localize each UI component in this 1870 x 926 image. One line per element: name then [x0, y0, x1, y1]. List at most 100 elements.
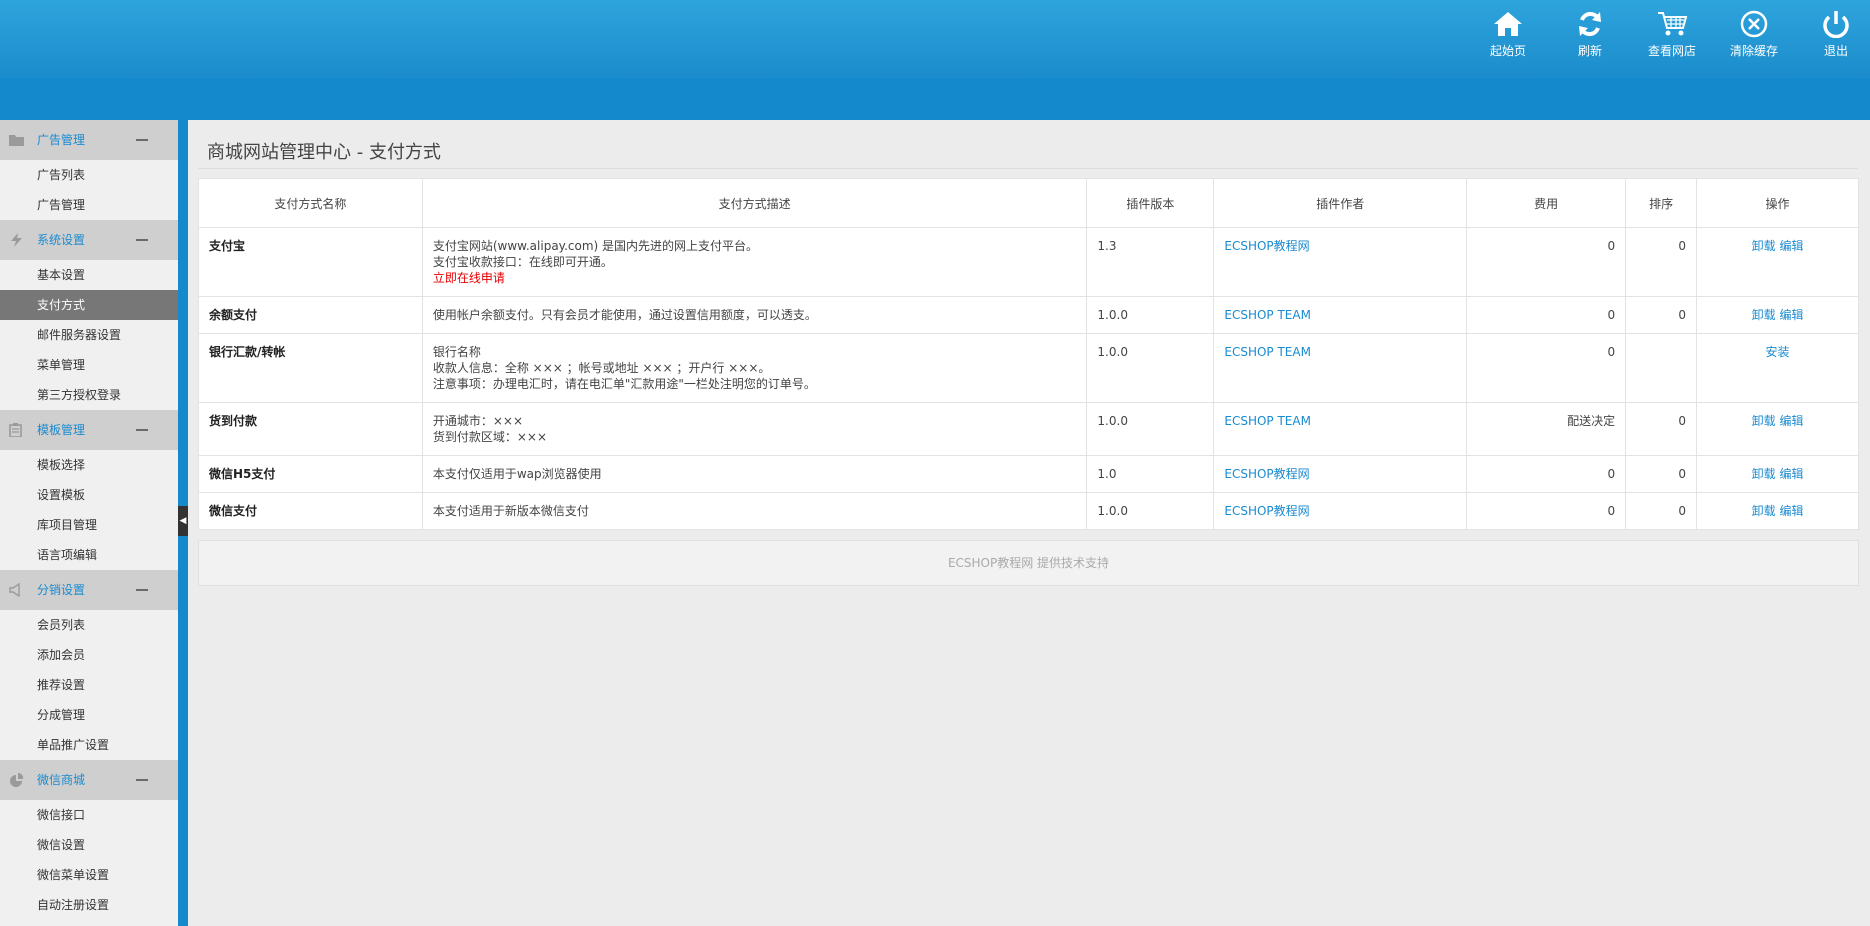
sidebar-collapse-toggle[interactable]: ◀ — [178, 506, 188, 536]
actions-cell: 卸载 编辑 — [1696, 402, 1859, 456]
actions-cell: 安装 — [1696, 333, 1859, 403]
sidebar-item[interactable]: 会员列表 — [0, 610, 178, 640]
sidebar-item[interactable]: 第三方授权登录 — [0, 380, 178, 410]
sidebar-item[interactable]: 单品推广设置 — [0, 730, 178, 760]
fee-value: 配送决定 — [1466, 402, 1627, 456]
sidebar-item[interactable]: 分成管理 — [0, 700, 178, 730]
plugin-author-link[interactable]: ECSHOP教程网 — [1213, 455, 1468, 493]
collapse-minus-icon[interactable] — [136, 589, 148, 591]
description-line: 本支付仅适用于wap浏览器使用 — [432, 467, 602, 481]
uninstall-link[interactable]: 卸载 — [1752, 504, 1776, 518]
sidebar-item[interactable]: 菜单管理 — [0, 350, 178, 380]
plugin-version: 1.0.0 — [1086, 402, 1215, 456]
title-divider — [198, 168, 1858, 169]
plugin-author-link[interactable]: ECSHOP TEAM — [1213, 402, 1468, 456]
payment-methods-table: 支付方式名称 支付方式描述 插件版本 插件作者 费用 排序 操作 支付宝 支付宝… — [198, 178, 1859, 530]
table-row: 微信H5支付 本支付仅适用于wap浏览器使用 1.0 ECSHOP教程网 0 0… — [198, 455, 1859, 493]
uninstall-link[interactable]: 卸载 — [1752, 467, 1776, 481]
payment-description: 本支付仅适用于wap浏览器使用 — [421, 455, 1088, 493]
view-shop-button[interactable]: 查看网店 — [1632, 10, 1712, 59]
sidebar-item[interactable]: 基本设置 — [0, 260, 178, 290]
column-header: 插件作者 — [1213, 178, 1468, 228]
sidebar-item-active[interactable]: 支付方式 — [0, 290, 178, 320]
plugin-author-link[interactable]: ECSHOP TEAM — [1213, 296, 1468, 334]
home-button[interactable]: 起始页 — [1468, 10, 1548, 59]
edit-link[interactable]: 编辑 — [1779, 504, 1803, 518]
sidebar-item[interactable]: 广告管理 — [0, 190, 178, 220]
logout-label: 退出 — [1823, 44, 1848, 58]
sidebar-item[interactable]: 语言项编辑 — [0, 540, 178, 570]
refresh-label: 刷新 — [1577, 44, 1602, 58]
page-title: 商城网站管理中心 - 支付方式 — [207, 142, 441, 163]
plugin-version: 1.0.0 — [1086, 296, 1215, 334]
fee-value: 0 — [1466, 227, 1627, 297]
clear-cache-button[interactable]: 清除缓存 — [1714, 10, 1794, 59]
sidebar-item[interactable]: 广告列表 — [0, 160, 178, 190]
sidebar-item[interactable]: 微信设置 — [0, 830, 178, 860]
plugin-author-link[interactable]: ECSHOP TEAM — [1213, 333, 1468, 403]
sidebar-group-templates[interactable]: 模板管理 — [0, 410, 178, 450]
sidebar-item[interactable]: 邮件服务器设置 — [0, 320, 178, 350]
edit-link[interactable]: 编辑 — [1779, 308, 1803, 322]
column-header: 支付方式名称 — [198, 178, 423, 228]
actions-cell: 卸载 编辑 — [1696, 455, 1859, 493]
column-header: 操作 — [1696, 178, 1859, 228]
sort-order: 0 — [1625, 296, 1698, 334]
footer-credit: ECSHOP教程网 提供技术支持 — [198, 540, 1859, 586]
apply-online-link[interactable]: 立即在线申请 — [433, 270, 1077, 286]
sidebar-item[interactable]: 微信菜单设置 — [0, 860, 178, 890]
actions-cell: 卸载 编辑 — [1696, 492, 1859, 530]
payment-name: 微信H5支付 — [198, 455, 423, 493]
payment-description: 使用帐户余额支付。只有会员才能使用，通过设置信用额度，可以透支。 — [421, 296, 1088, 334]
fee-value: 0 — [1466, 455, 1627, 493]
sidebar-group-wechat[interactable]: 微信商城 — [0, 760, 178, 800]
collapse-minus-icon[interactable] — [136, 139, 148, 141]
table-row: 货到付款 开通城市：××× 货到付款区域：××× 1.0.0 ECSHOP TE… — [198, 402, 1859, 456]
table-row: 银行汇款/转帐 银行名称 收款人信息：全称 ××× ；帐号或地址 ××× ；开户… — [198, 333, 1859, 403]
plugin-author-link[interactable]: ECSHOP教程网 — [1213, 227, 1468, 297]
edit-link[interactable]: 编辑 — [1779, 239, 1803, 253]
sort-order — [1625, 333, 1698, 403]
payment-name: 货到付款 — [198, 402, 423, 456]
payment-name: 银行汇款/转帐 — [198, 333, 423, 403]
sidebar-item[interactable]: 库项目管理 — [0, 510, 178, 540]
edit-link[interactable]: 编辑 — [1779, 467, 1803, 481]
top-header: 起始页 刷新 查看网店 清除缓存 退出 — [0, 0, 1870, 78]
plugin-author-link[interactable]: ECSHOP教程网 — [1213, 492, 1468, 530]
sub-header-bar — [0, 78, 1870, 120]
uninstall-link[interactable]: 卸载 — [1752, 239, 1776, 253]
description-line: 支付宝网站(www.alipay.com) 是国内先进的网上支付平台。 — [432, 239, 759, 253]
install-link[interactable]: 安装 — [1766, 345, 1790, 359]
description-line: 开通城市：××× — [432, 414, 524, 428]
sidebar-group-label: 微信商城 — [37, 773, 86, 787]
sidebar-item[interactable]: 模板选择 — [0, 450, 178, 480]
sidebar-item[interactable]: 添加会员 — [0, 640, 178, 670]
sidebar-group-system[interactable]: 系统设置 — [0, 220, 178, 260]
sidebar-group-ads[interactable]: 广告管理 — [0, 120, 178, 160]
sidebar-item[interactable]: 推荐设置 — [0, 670, 178, 700]
view-shop-label: 查看网店 — [1647, 44, 1696, 58]
collapse-minus-icon[interactable] — [136, 429, 148, 431]
collapse-minus-icon[interactable] — [136, 239, 148, 241]
sidebar-group-distribution[interactable]: 分销设置 — [0, 570, 178, 610]
column-header: 支付方式描述 — [421, 178, 1088, 228]
refresh-button[interactable]: 刷新 — [1550, 10, 1630, 59]
sidebar-group-label: 系统设置 — [37, 233, 86, 247]
sidebar: 广告管理 广告列表 广告管理 系统设置 基本设置 支付方式 邮件服务器设置 菜单… — [0, 120, 178, 926]
fee-value: 0 — [1466, 296, 1627, 334]
sidebar-item[interactable]: 设置模板 — [0, 480, 178, 510]
clear-cache-label: 清除缓存 — [1729, 44, 1778, 58]
main-content: 商城网站管理中心 - 支付方式 支付方式名称 支付方式描述 插件版本 插件作者 … — [188, 120, 1870, 926]
table-row: 余额支付 使用帐户余额支付。只有会员才能使用，通过设置信用额度，可以透支。 1.… — [198, 296, 1859, 334]
cart-icon — [1658, 12, 1688, 36]
sidebar-group-label: 广告管理 — [37, 133, 86, 147]
sidebar-item[interactable]: 微信接口 — [0, 800, 178, 830]
logout-button[interactable]: 退出 — [1796, 10, 1870, 59]
collapse-minus-icon[interactable] — [136, 779, 148, 781]
uninstall-link[interactable]: 卸载 — [1752, 308, 1776, 322]
uninstall-link[interactable]: 卸载 — [1752, 414, 1776, 428]
sidebar-item[interactable]: 自动注册设置 — [0, 890, 178, 920]
column-header: 排序 — [1625, 178, 1698, 228]
edit-link[interactable]: 编辑 — [1779, 414, 1803, 428]
fee-value: 0 — [1466, 492, 1627, 530]
